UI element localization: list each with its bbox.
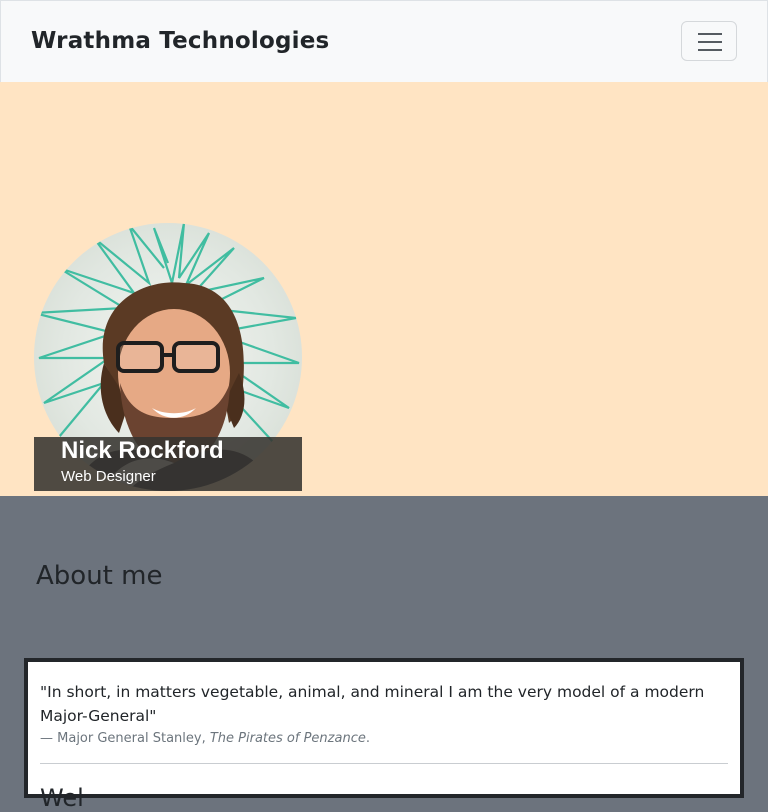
profile-caption: Nick Rockford Web Designer bbox=[34, 437, 302, 491]
welcome-heading: Wel bbox=[40, 784, 84, 812]
about-heading: About me bbox=[36, 561, 163, 591]
navbar-toggle-button[interactable] bbox=[681, 21, 737, 61]
about-card: "In short, in matters vegetable, animal,… bbox=[24, 658, 744, 812]
quote-source: The Pirates of Penzance bbox=[209, 731, 366, 746]
quote-author: — Major General Stanley, bbox=[40, 731, 210, 746]
hero-section: Nick Rockford Web Designer bbox=[0, 82, 768, 496]
quote-attribution: — Major General Stanley, The Pirates of … bbox=[40, 731, 370, 746]
profile-name: Nick Rockford bbox=[61, 437, 224, 464]
brand-link[interactable]: Wrathma Technologies bbox=[31, 28, 329, 54]
quote-suffix: . bbox=[365, 731, 370, 746]
profile-title: Web Designer bbox=[61, 468, 156, 485]
quote-text: "In short, in matters vegetable, animal,… bbox=[40, 683, 705, 725]
card-divider bbox=[40, 763, 728, 764]
navbar: Wrathma Technologies bbox=[0, 0, 768, 83]
